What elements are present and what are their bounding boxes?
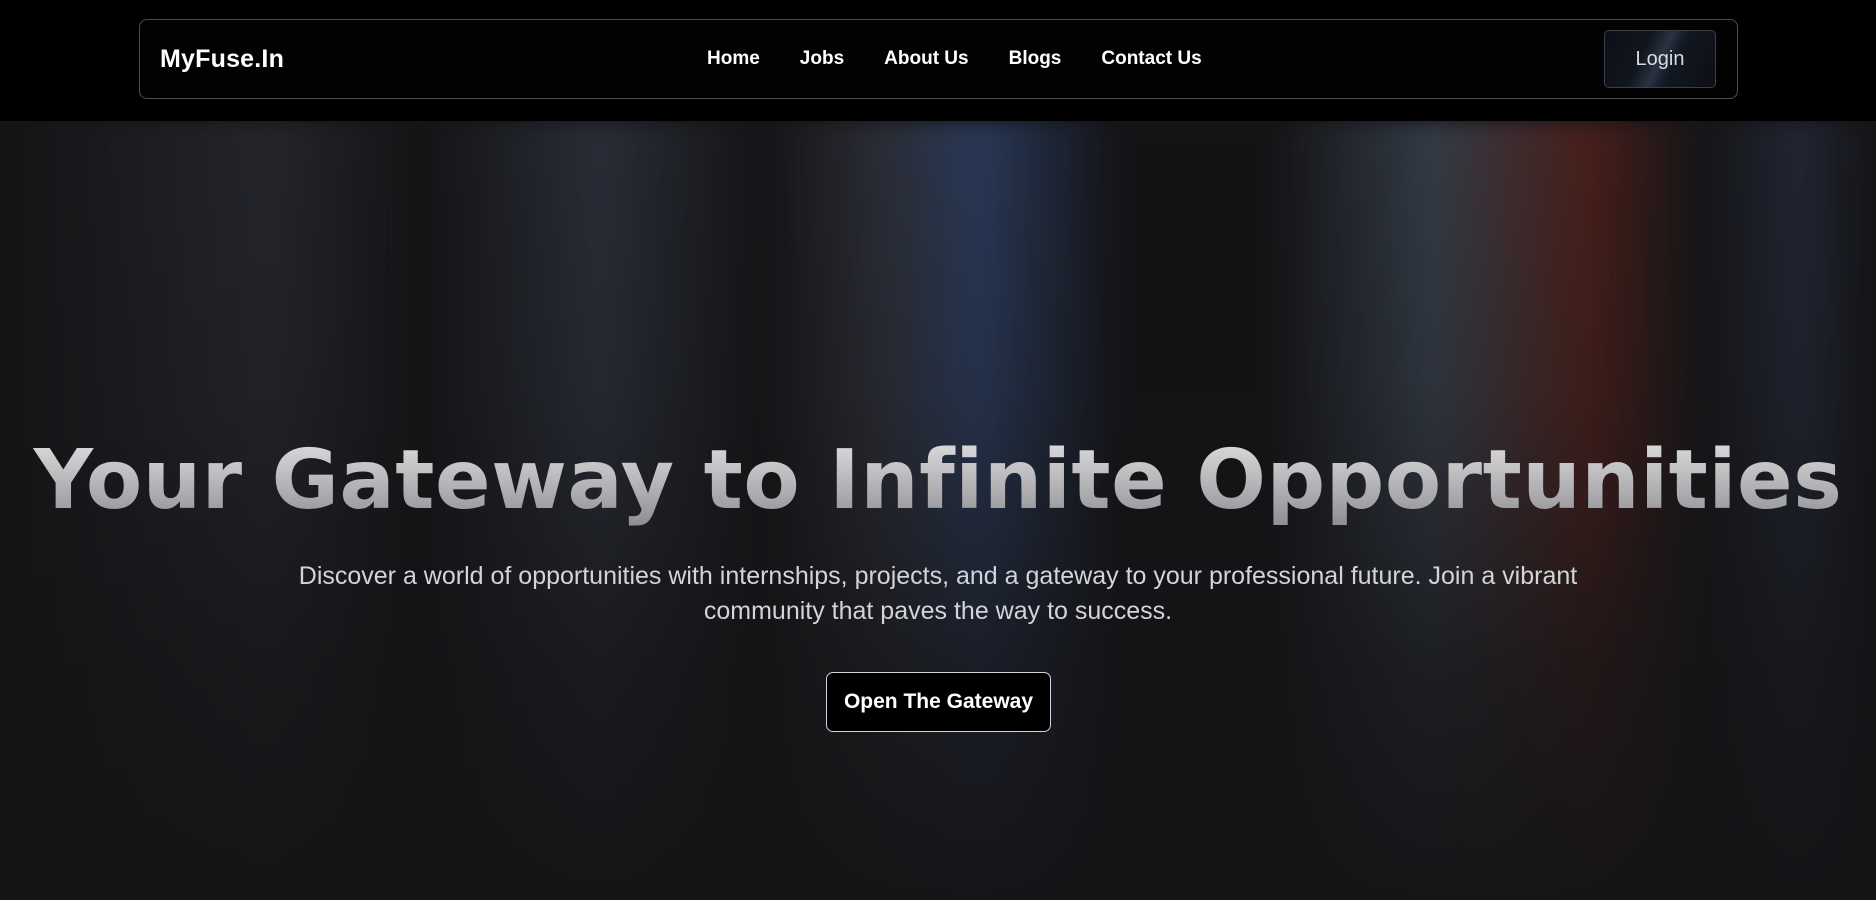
- top-header: MyFuse.In Home Jobs About Us Blogs Conta…: [0, 0, 1876, 121]
- nav-contact-us-link[interactable]: Contact Us: [1101, 48, 1201, 70]
- open-gateway-button[interactable]: Open The Gateway: [826, 672, 1051, 732]
- navbar: MyFuse.In Home Jobs About Us Blogs Conta…: [139, 19, 1738, 99]
- landing-page: MyFuse.In Home Jobs About Us Blogs Conta…: [0, 0, 1876, 900]
- login-button[interactable]: Login: [1604, 30, 1716, 88]
- site-logo[interactable]: MyFuse.In: [160, 20, 284, 98]
- nav-blogs-link[interactable]: Blogs: [1009, 48, 1062, 70]
- nav-about-us-link[interactable]: About Us: [884, 48, 968, 70]
- nav-jobs-link[interactable]: Jobs: [800, 48, 844, 70]
- hero-title: Your Gateway to Infinite Opportunities: [0, 431, 1876, 531]
- nav-links: Home Jobs About Us Blogs Contact Us: [707, 20, 1202, 98]
- nav-home-link[interactable]: Home: [707, 48, 760, 70]
- hero-subtitle: Discover a world of opportunities with i…: [298, 562, 1578, 625]
- hero-section: Your Gateway to Infinite Opportunities D…: [0, 121, 1876, 900]
